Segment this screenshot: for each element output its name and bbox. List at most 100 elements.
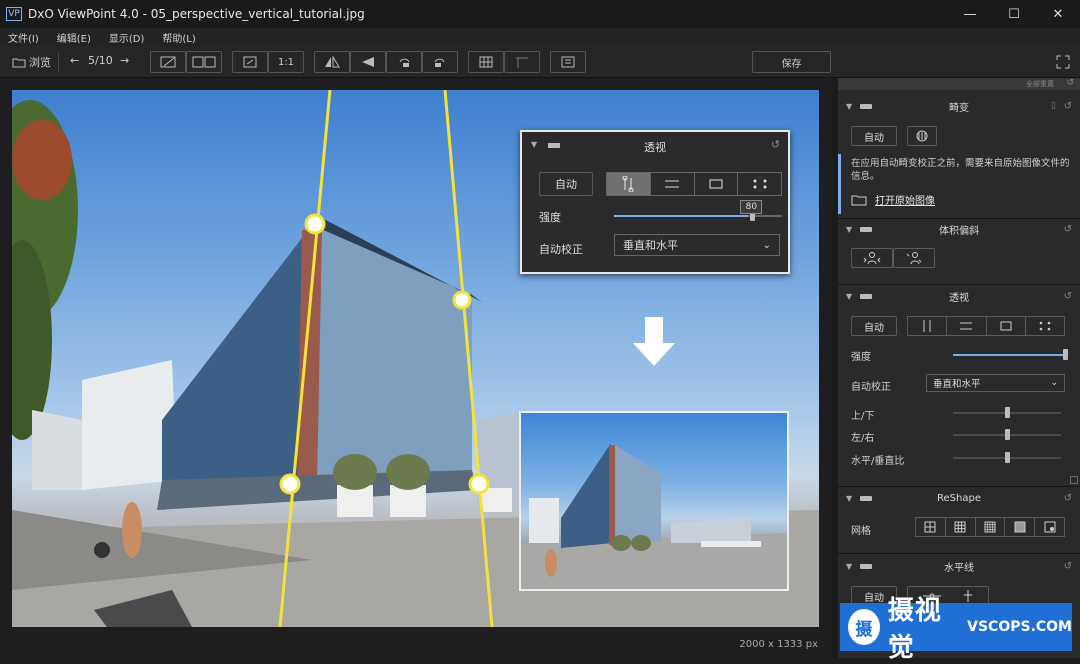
side-by-side-icon [192,56,216,68]
grid-4x4-button[interactable] [974,518,1005,536]
strength-slider[interactable] [953,354,1065,356]
distortion-header[interactable]: ▼ 畸变 ▯ ↺ [838,96,1080,116]
rotate-left-button[interactable] [386,51,422,73]
horizon-reset-icon[interactable]: ↺ [1064,561,1072,572]
next-image-button[interactable]: → [120,54,129,67]
open-raw-link[interactable]: 打开原始图像 [851,192,935,207]
flip-horizontal-button[interactable] [314,51,350,73]
volume-title: 体积偏斜 [939,225,979,237]
scroll-down-icon[interactable] [1070,476,1078,484]
after-preview-thumbnail [519,411,789,591]
callout-auto-button[interactable]: 自动 [539,172,593,196]
reshape-header[interactable]: ▼ ReShape ↺ [838,488,1080,508]
reshape-reset-icon[interactable]: ↺ [1064,493,1072,504]
settings-icon [561,56,575,68]
reset-all-button[interactable]: 全部重置 [1026,79,1054,89]
chevron-down-icon: ⌄ [762,239,771,251]
compare-icon [160,56,176,68]
grid-label: 网格 [851,526,871,537]
image-counter: 5/10 [88,54,113,67]
mode-rectangle-button[interactable] [985,317,1025,335]
leftright-label: 左/右 [851,433,875,444]
mode-vertical-button[interactable] [908,317,946,335]
volume-cylindrical-button[interactable] [851,248,893,268]
auto-correct-value: 垂直和水平 [933,379,981,390]
folder-icon [851,195,867,205]
auto-correct-select[interactable]: 垂直和水平 ⌄ [926,374,1065,392]
horizon-header[interactable]: ▼ 水平线 ↺ [838,556,1080,576]
perspective-header[interactable]: ▼ 透视 ↺ [838,286,1080,306]
fullscreen-button[interactable] [1056,55,1070,72]
volume-reset-icon[interactable]: ↺ [1064,224,1072,235]
distortion-mode-button[interactable] [907,126,937,146]
rotate-right-icon [434,58,445,67]
mode-eight-point-button[interactable] [737,173,781,195]
window-title: DxO ViewPoint 4.0 - 05_perspective_verti… [28,7,365,21]
callout-reset-icon[interactable]: ↺ [771,138,780,151]
distortion-reset-icon[interactable]: ↺ [1064,101,1072,112]
panel-top-strip: 全部重置 ↺ [838,78,1080,90]
volume-header[interactable]: ▼ 体积偏斜 ↺ [838,219,1080,239]
level-vertical-icon[interactable] [962,589,974,603]
volume-diagonal-button[interactable] [893,248,935,268]
guides-button[interactable] [504,51,540,73]
grid-custom-button[interactable] [1034,518,1064,536]
mode-horizontal-button[interactable] [946,317,985,335]
eight-point-icon [753,179,767,189]
perspective-mode-group [907,316,1065,336]
horizon-title: 水平线 [944,562,974,574]
grid-3x3-button[interactable] [944,518,975,536]
grid-fine-button[interactable] [1004,518,1034,536]
strength-label: 强度 [851,352,871,363]
perspective-reset-icon[interactable]: ↺ [1064,291,1072,302]
callout-auto-correct-select[interactable]: 垂直和水平 ⌄ [614,234,780,256]
horizontal-lines-icon [665,180,680,188]
distortion-auto-button[interactable]: 自动 [851,126,897,146]
grid-button[interactable] [468,51,504,73]
toolbar: 浏览 ← 5/10 → 1:1 保存 [0,46,1080,78]
mode-horizontal-button[interactable] [649,173,694,195]
watermark-english-text: VSCOPS.COM [967,619,1072,635]
updown-knob[interactable] [1004,407,1010,418]
corrected-building-illustration [521,443,787,589]
compare-button[interactable] [150,51,186,73]
strength-knob[interactable] [1062,349,1068,360]
menu-file[interactable]: 文件(I) [8,30,39,45]
distortion-icon [916,130,928,142]
ratio-knob[interactable] [1004,452,1010,463]
save-button[interactable]: 保存 [752,51,831,73]
zoom-100-button[interactable]: 1:1 [268,51,304,73]
fit-screen-button[interactable] [232,51,268,73]
reshape-title: ReShape [937,492,981,504]
reset-all-icon[interactable]: ↺ [1066,78,1074,88]
flip-vertical-button[interactable] [350,51,386,73]
folder-icon [12,58,26,67]
grid-icon [479,56,493,68]
minimize-button[interactable]: — [948,0,992,28]
callout-strength-slider[interactable] [614,215,782,217]
browse-button[interactable]: 浏览 [12,54,51,70]
menu-view[interactable]: 显示(D) [109,30,145,45]
image-size-label: 2000 x 1333 px [739,639,818,650]
delete-icon[interactable]: ▯ [1051,101,1056,111]
callout-title: 透视 [644,141,666,154]
mode-eight-point-button[interactable] [1024,317,1064,335]
mode-rectangle-button[interactable] [693,173,738,195]
fullscreen-icon [1056,55,1070,69]
prev-image-button[interactable]: ← [70,54,79,67]
callout-strength-value: 80 [740,200,763,214]
rotate-right-button[interactable] [422,51,458,73]
menu-help[interactable]: 帮助(L) [162,30,195,45]
callout-strength-label: 强度 [539,211,561,224]
leftright-knob[interactable] [1004,429,1010,440]
callout-auto-correct-value: 垂直和水平 [623,239,678,252]
settings-button[interactable] [550,51,586,73]
perspective-title: 透视 [949,292,969,304]
close-button[interactable]: ✕ [1036,0,1080,28]
grid-2x2-button[interactable] [916,518,945,536]
side-by-side-button[interactable] [186,51,222,73]
perspective-auto-button[interactable]: 自动 [851,316,897,336]
menu-edit[interactable]: 编辑(E) [57,30,91,45]
maximize-button[interactable]: ☐ [992,0,1036,28]
mode-vertical-button[interactable] [607,173,650,195]
